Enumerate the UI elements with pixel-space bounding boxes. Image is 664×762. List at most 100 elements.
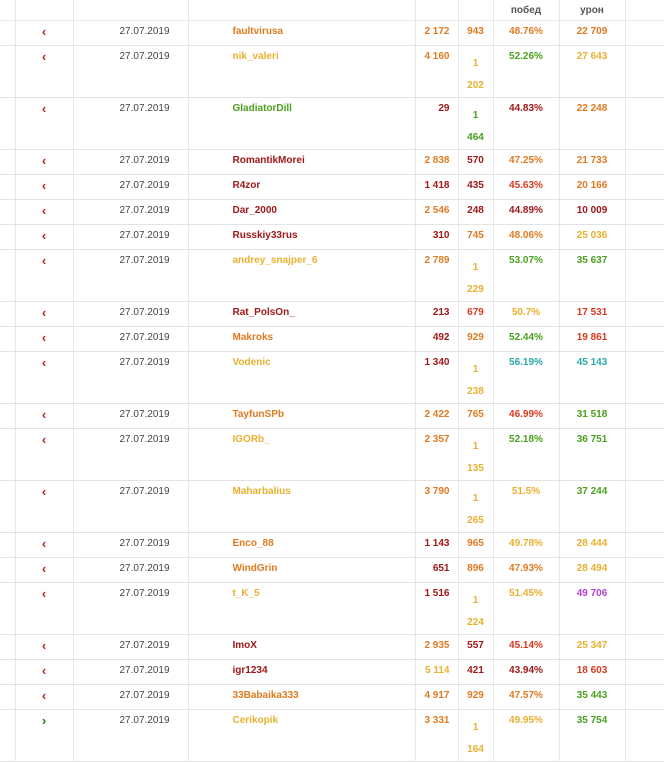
row-arrow-cell[interactable]: ‹	[14, 97, 74, 150]
row-arrow-cell[interactable]: ‹	[14, 301, 74, 327]
chevron-left-icon[interactable]: ‹	[42, 98, 46, 120]
header-end	[624, 0, 664, 21]
row-nickname[interactable]: t_K_5	[187, 582, 416, 635]
row-nickname[interactable]: TayfunSPb	[187, 403, 416, 429]
row-wins: 929	[457, 326, 494, 352]
row-damage: 10 009	[558, 199, 626, 225]
row-arrow-cell[interactable]: ‹	[14, 249, 74, 302]
row-nickname[interactable]: faultvirusa	[187, 20, 416, 46]
row-arrow-cell[interactable]: ‹	[14, 199, 74, 225]
row-arrow-cell[interactable]: ‹	[14, 20, 74, 46]
table-row: ‹ 27.07.2019 ImoX 2 935 557 45.14% 25 347	[0, 634, 664, 660]
header-arrow	[14, 0, 74, 21]
row-arrow-cell[interactable]: ‹	[14, 149, 74, 175]
row-arrow-cell[interactable]: ‹	[14, 326, 74, 352]
row-arrow-cell[interactable]: ‹	[14, 174, 74, 200]
row-spacer	[0, 351, 16, 404]
chevron-left-icon[interactable]: ‹	[42, 583, 46, 605]
row-end	[624, 351, 664, 404]
row-date: 27.07.2019	[72, 199, 189, 225]
chevron-left-icon[interactable]: ‹	[42, 558, 46, 580]
chevron-left-icon[interactable]: ‹	[42, 302, 46, 324]
row-nickname[interactable]: RomantikMorei	[187, 149, 416, 175]
row-arrow-cell[interactable]: ‹	[14, 684, 74, 710]
chevron-left-icon[interactable]: ‹	[42, 225, 46, 247]
row-nickname[interactable]: R4zor	[187, 174, 416, 200]
row-arrow-cell[interactable]: ‹	[14, 634, 74, 660]
header-date	[72, 0, 189, 21]
row-damage: 22 248	[558, 97, 626, 150]
chevron-left-icon[interactable]: ‹	[42, 175, 46, 197]
row-arrow-cell[interactable]: ‹	[14, 45, 74, 98]
table-row: ‹ 27.07.2019 faultvirusa 2 172 943 48.76% 22 7…	[0, 20, 664, 46]
chevron-left-icon[interactable]: ‹	[42, 429, 46, 451]
chevron-right-icon[interactable]: ›	[42, 710, 46, 732]
row-battles: 2 357	[414, 428, 459, 481]
chevron-left-icon[interactable]: ‹	[42, 533, 46, 555]
row-nickname[interactable]: nik_valeri	[187, 45, 416, 98]
row-end	[624, 428, 664, 481]
row-nickname[interactable]: igr1234	[187, 659, 416, 685]
row-nickname[interactable]: andrey_snajper_6	[187, 249, 416, 302]
header-wins-pct[interactable]: побед	[492, 0, 560, 21]
row-nickname[interactable]: Russkiy33rus	[187, 224, 416, 250]
row-nickname[interactable]: Dar_2000	[187, 199, 416, 225]
row-win-rate: 46.99%	[492, 403, 560, 429]
row-end	[624, 224, 664, 250]
row-arrow-cell[interactable]: ‹	[14, 532, 74, 558]
row-nickname[interactable]: Vodenic	[187, 351, 416, 404]
row-arrow-cell[interactable]: ‹	[14, 480, 74, 533]
chevron-left-icon[interactable]: ‹	[42, 481, 46, 503]
row-nickname[interactable]: IGORb_	[187, 428, 416, 481]
table-row: ‹ 27.07.2019 Vodenic 1 340 1 238 56.19% 45 143	[0, 351, 664, 404]
row-win-rate: 51.45%	[492, 582, 560, 635]
chevron-left-icon[interactable]: ‹	[42, 635, 46, 657]
chevron-left-icon[interactable]: ‹	[42, 150, 46, 172]
row-date: 27.07.2019	[72, 20, 189, 46]
row-arrow-cell[interactable]: ‹	[14, 582, 74, 635]
row-date: 27.07.2019	[72, 326, 189, 352]
player-stats-table: побед урон ‹ 27.07.2019 faultvirusa 2 172 94…	[0, 0, 664, 762]
row-arrow-cell[interactable]: ›	[14, 709, 74, 762]
row-wins: 435	[457, 174, 494, 200]
chevron-left-icon[interactable]: ‹	[42, 660, 46, 682]
row-nickname[interactable]: WindGrin	[187, 557, 416, 583]
row-battles: 1 340	[414, 351, 459, 404]
row-battles: 310	[414, 224, 459, 250]
row-spacer	[0, 45, 16, 98]
row-nickname[interactable]: ImoX	[187, 634, 416, 660]
row-wins: 929	[457, 684, 494, 710]
row-arrow-cell[interactable]: ‹	[14, 557, 74, 583]
chevron-left-icon[interactable]: ‹	[42, 250, 46, 272]
row-win-rate: 51.5%	[492, 480, 560, 533]
chevron-left-icon[interactable]: ‹	[42, 685, 46, 707]
row-nickname[interactable]: GladiatorDill	[187, 97, 416, 150]
row-nickname[interactable]: Maharbalius	[187, 480, 416, 533]
row-wins: 965	[457, 532, 494, 558]
row-arrow-cell[interactable]: ‹	[14, 659, 74, 685]
row-arrow-cell[interactable]: ‹	[14, 224, 74, 250]
row-date: 27.07.2019	[72, 634, 189, 660]
row-spacer	[0, 174, 16, 200]
chevron-left-icon[interactable]: ‹	[42, 404, 46, 426]
row-end	[624, 403, 664, 429]
chevron-left-icon[interactable]: ‹	[42, 352, 46, 374]
chevron-left-icon[interactable]: ‹	[42, 21, 46, 43]
row-arrow-cell[interactable]: ‹	[14, 351, 74, 404]
row-nickname[interactable]: Enco_88	[187, 532, 416, 558]
chevron-left-icon[interactable]: ‹	[42, 200, 46, 222]
row-damage: 36 751	[558, 428, 626, 481]
row-nickname[interactable]: Cerikopik	[187, 709, 416, 762]
header-damage[interactable]: урон	[558, 0, 626, 21]
row-wins: 679	[457, 301, 494, 327]
row-nickname[interactable]: Makroks	[187, 326, 416, 352]
row-date: 27.07.2019	[72, 684, 189, 710]
row-nickname[interactable]: 33Babaika333	[187, 684, 416, 710]
row-nickname[interactable]: Rat_PolsOn_	[187, 301, 416, 327]
row-win-rate: 48.06%	[492, 224, 560, 250]
row-win-rate: 49.95%	[492, 709, 560, 762]
row-arrow-cell[interactable]: ‹	[14, 403, 74, 429]
row-arrow-cell[interactable]: ‹	[14, 428, 74, 481]
chevron-left-icon[interactable]: ‹	[42, 327, 46, 349]
chevron-left-icon[interactable]: ‹	[42, 46, 46, 68]
